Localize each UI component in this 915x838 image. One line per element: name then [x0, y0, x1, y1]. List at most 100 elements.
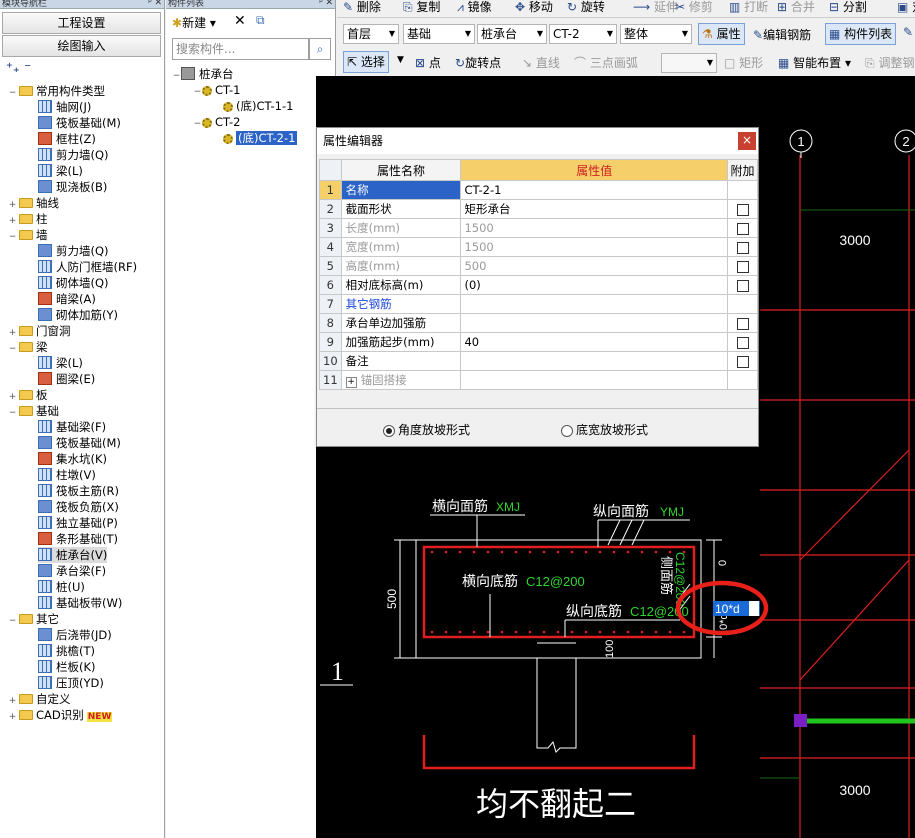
nav-tree-item[interactable]: 筏板基础(M) — [38, 115, 121, 131]
nav-tree-item[interactable]: 承台梁(F) — [38, 563, 106, 579]
search-icon[interactable]: ⌕ — [309, 38, 331, 60]
expander-icon[interactable]: − — [193, 84, 202, 100]
delete-icon[interactable]: ✕ — [234, 13, 246, 29]
nav-tree-item[interactable]: − 其它 — [8, 611, 59, 627]
nav-tree-item[interactable]: 基础板带(W) — [38, 595, 122, 611]
nav-tree-item[interactable]: 压顶(YD) — [38, 675, 104, 691]
nav-tree-item[interactable]: 梁(L) — [38, 355, 83, 371]
drawing-input-button[interactable]: 绘图输入 — [2, 35, 161, 57]
rect-button[interactable]: □ 矩形 — [724, 54, 763, 71]
expander-icon[interactable]: + — [8, 709, 17, 725]
property-row[interactable]: 8 承台单边加强筋 — [319, 313, 758, 333]
shape-select[interactable]: ▼ — [661, 53, 717, 73]
component-tree-item[interactable]: − CT-2 — [193, 114, 241, 130]
nav-tree-item[interactable]: 集水坑(K) — [38, 451, 107, 467]
property-row[interactable]: 1 名称 CT-2-1 — [319, 180, 758, 200]
close-icon[interactable]: ✕ — [325, 0, 333, 8]
property-value[interactable]: (0) — [460, 275, 729, 295]
edit-rebar-button[interactable]: ✎编辑钢筋 — [753, 26, 811, 43]
component-list-button[interactable]: ▦ 构件列表 — [825, 23, 897, 45]
new-button[interactable]: ✱新建 ▾ — [172, 14, 216, 31]
nav-tree-item[interactable]: − 常用构件类型 — [8, 83, 105, 99]
pin-icon[interactable]: ᵖ — [148, 0, 152, 8]
whole-select[interactable]: 整体 ▼ — [620, 24, 692, 44]
expander-icon[interactable]: − — [8, 613, 17, 629]
expander-icon[interactable]: − — [8, 405, 17, 421]
nav-tree-item[interactable]: 筏板基础(M) — [38, 435, 121, 451]
nav-tree-item[interactable]: 剪力墙(Q) — [38, 147, 109, 163]
select-button[interactable]: ⇱ 选择 — [343, 51, 389, 73]
property-row[interactable]: 4 宽度(mm) 1500 — [319, 237, 758, 257]
smart-layout-button[interactable]: ▦ 智能布置 ▾ — [778, 54, 851, 71]
adjust-rebar-button[interactable]: ⎘ 调整钢 — [865, 54, 914, 71]
toolbar-button[interactable]: ⎘ 复制 — [403, 0, 440, 15]
property-value[interactable] — [460, 313, 729, 333]
nav-tree-item[interactable]: 梁(L) — [38, 163, 83, 179]
property-row[interactable]: 7 其它钢筋 — [319, 294, 758, 314]
property-value[interactable] — [460, 370, 729, 390]
nav-tree-item[interactable]: 后浇带(JD) — [38, 627, 112, 643]
expand-all-icon[interactable]: ⁺₊ ⁻ — [6, 61, 31, 76]
nav-tree-item[interactable]: 砌体加筋(Y) — [38, 307, 118, 323]
nav-tree-item[interactable]: 现浇板(B) — [38, 179, 107, 195]
expander-icon[interactable]: − — [8, 85, 17, 101]
nav-tree-item[interactable]: 基础梁(F) — [38, 419, 106, 435]
nav-tree-item[interactable]: 框柱(Z) — [38, 131, 96, 147]
nav-tree-item[interactable]: + 板 — [8, 387, 48, 403]
property-row[interactable]: 10 备注 — [319, 351, 758, 371]
add-checkbox[interactable] — [736, 279, 749, 292]
search-input[interactable]: 搜索构件... — [172, 38, 309, 60]
nav-tree-item[interactable]: − 墙 — [8, 227, 48, 243]
property-row[interactable]: 5 高度(mm) 500 — [319, 256, 758, 276]
component-select[interactable]: CT-2 ▼ — [549, 24, 617, 44]
expander-icon[interactable]: − — [8, 229, 17, 245]
pin-icon[interactable]: ᵖ — [319, 0, 323, 8]
property-row[interactable]: 9 加强筋起步(mm) 40 — [319, 332, 758, 352]
component-tree-item[interactable]: (底)CT-2-1 — [214, 130, 298, 146]
floor-select[interactable]: 首层 ▼ — [343, 24, 399, 44]
close-icon[interactable]: × — [738, 132, 756, 150]
nav-tree-item[interactable]: 柱墩(V) — [38, 467, 96, 483]
line-button[interactable]: ↘ 直线 — [522, 54, 560, 71]
property-value[interactable]: CT-2-1 — [460, 180, 729, 200]
select-dropdown-icon[interactable]: ▼ — [397, 55, 404, 65]
property-value[interactable]: 1500 — [460, 237, 729, 257]
type-select[interactable]: 桩承台 ▼ — [477, 24, 547, 44]
nav-tree-item[interactable]: − 梁 — [8, 339, 48, 355]
add-checkbox[interactable] — [736, 260, 749, 273]
property-row[interactable]: 6 相对底标高(m) (0) — [319, 275, 758, 295]
property-value[interactable]: 1500 — [460, 218, 729, 238]
property-value[interactable]: 矩形承台 — [460, 199, 729, 219]
component-tree-item[interactable]: (底)CT-1-1 — [214, 98, 293, 114]
nav-tree-item[interactable]: 圈梁(E) — [38, 371, 95, 387]
rotate-point-button[interactable]: ↻旋转点 — [455, 54, 501, 71]
nav-tree-item[interactable]: + CAD识别 NEW — [8, 707, 113, 725]
expander-icon[interactable]: − — [8, 341, 17, 357]
toolbar-button[interactable]: ↻ 旋转 — [567, 0, 605, 15]
add-checkbox[interactable] — [736, 355, 749, 368]
nav-tree-item[interactable]: 桩承台(V) — [38, 547, 108, 563]
toolbar-button[interactable]: ✥ 移动 — [515, 0, 553, 15]
nav-tree-item[interactable]: 筏板主筋(R) — [38, 483, 119, 499]
category-select[interactable]: 基础 ▼ — [403, 24, 475, 44]
toolbar-button[interactable]: ⩘ 镜像 — [457, 0, 492, 15]
point-button[interactable]: ⊠ 点 — [415, 54, 441, 71]
expander-icon[interactable]: − — [172, 68, 181, 84]
property-row[interactable]: 3 长度(mm) 1500 — [319, 218, 758, 238]
add-checkbox[interactable] — [736, 203, 749, 216]
property-row[interactable]: 11 + 锚固搭接 — [319, 370, 758, 390]
nav-tree-item[interactable]: 桩(U) — [38, 579, 85, 595]
nav-tree-item[interactable]: 独立基础(P) — [38, 515, 118, 531]
nav-tree-item[interactable]: − 基础 — [8, 403, 59, 419]
close-icon[interactable]: ✕ — [154, 0, 162, 8]
property-value[interactable] — [460, 351, 729, 371]
nav-tree-item[interactable]: 挑檐(T) — [38, 643, 95, 659]
nav-tree-item[interactable]: 暗梁(A) — [38, 291, 96, 307]
nav-tree-item[interactable]: 栏板(K) — [38, 659, 96, 675]
nav-tree-item[interactable]: + 自定义 — [8, 691, 71, 707]
toolbar-button[interactable]: ⊟ 分割 — [829, 0, 867, 15]
property-value[interactable]: 40 — [460, 332, 729, 352]
nav-tree-item[interactable]: + 柱 — [8, 211, 48, 227]
nav-tree-item[interactable]: 轴网(J) — [38, 99, 91, 115]
add-checkbox[interactable] — [736, 241, 749, 254]
